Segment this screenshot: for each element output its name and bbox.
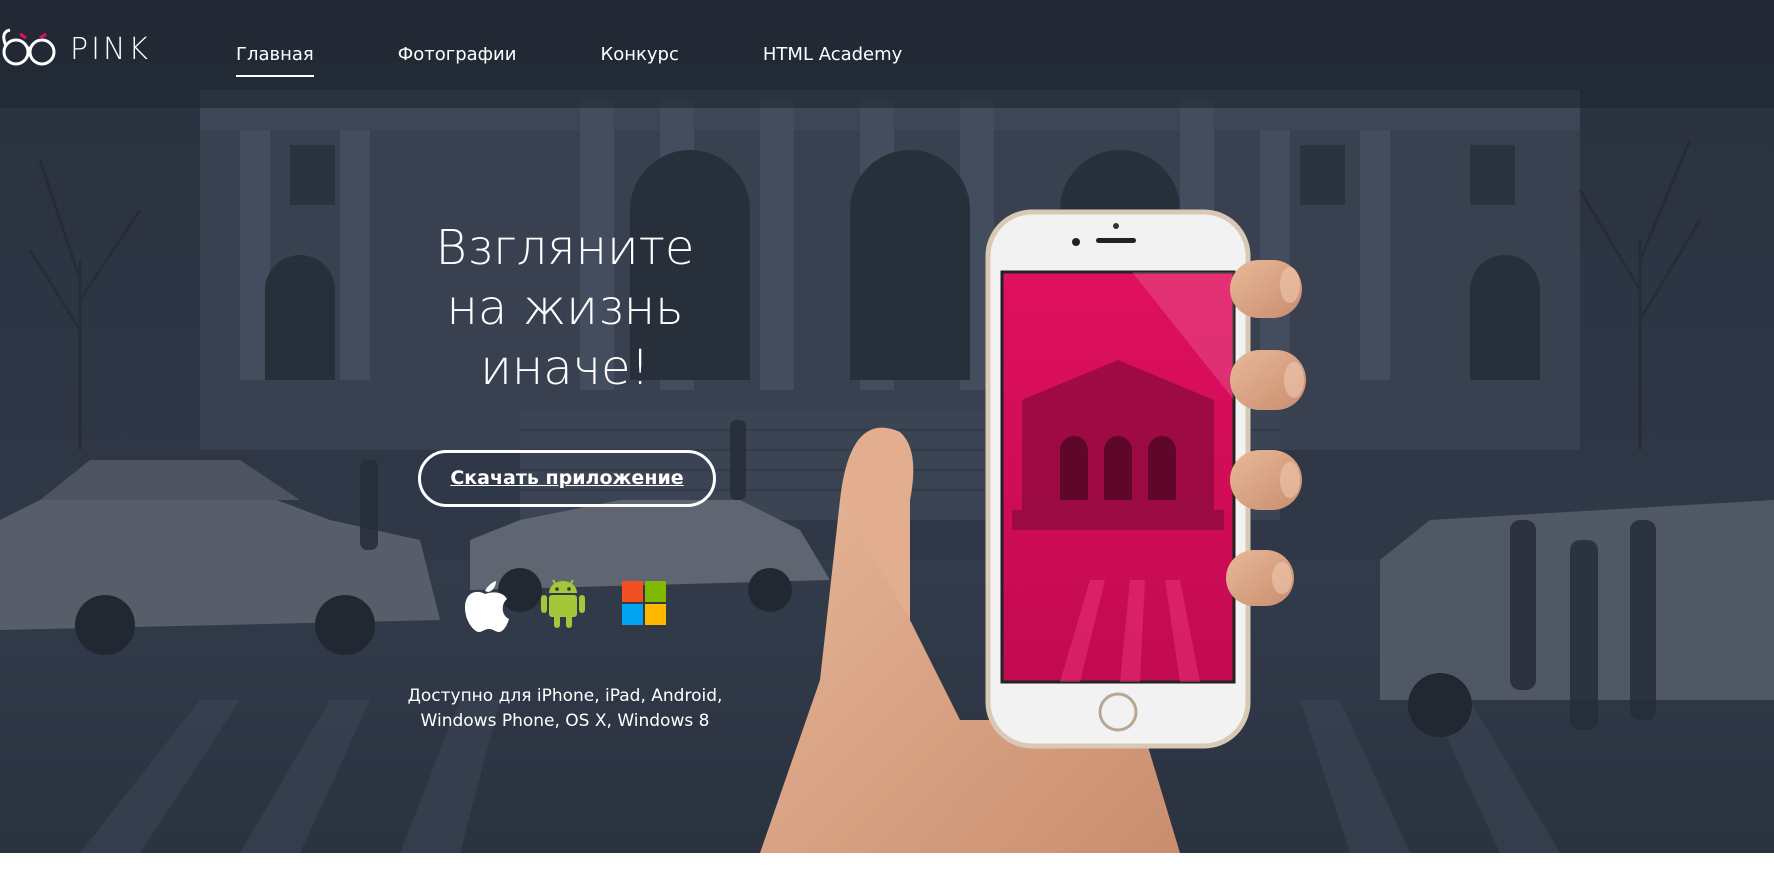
- logo-link[interactable]: PINK: [0, 24, 160, 72]
- android-icon[interactable]: [540, 577, 586, 633]
- headline-line-2: на жизнь: [446, 280, 684, 336]
- phone-illustration: [760, 200, 1320, 853]
- apple-icon[interactable]: [460, 577, 510, 637]
- nav-item-home[interactable]: Главная: [236, 44, 314, 77]
- nav-item-html-academy[interactable]: HTML Academy: [763, 44, 902, 77]
- availability-line-2: Windows Phone, OS X, Windows 8: [420, 711, 710, 731]
- nav-item-photos[interactable]: Фотографии: [398, 44, 517, 77]
- hero-headline: Взгляните на жизнь иначе!: [420, 218, 710, 398]
- headline-line-1: Взгляните: [435, 220, 695, 276]
- glasses-logo-icon: [2, 28, 56, 66]
- main-nav: Главная Фотографии Конкурс HTML Academy: [236, 44, 986, 77]
- headline-line-3: иначе!: [480, 340, 650, 396]
- availability-line-1: Доступно для iPhone, iPad, Android,: [407, 686, 723, 706]
- logo-text: PINK: [70, 32, 152, 67]
- availability-text: Доступно для iPhone, iPad, Android, Wind…: [400, 684, 730, 734]
- windows-icon[interactable]: [622, 577, 668, 631]
- download-app-button[interactable]: Скачать приложение: [418, 450, 716, 507]
- site-header: PINK Главная Фотографии Конкурс HTML Aca…: [0, 0, 1774, 108]
- nav-item-contest[interactable]: Конкурс: [600, 44, 678, 77]
- hero-section: PINK Главная Фотографии Конкурс HTML Aca…: [0, 0, 1774, 853]
- page-content-start: [0, 853, 1774, 894]
